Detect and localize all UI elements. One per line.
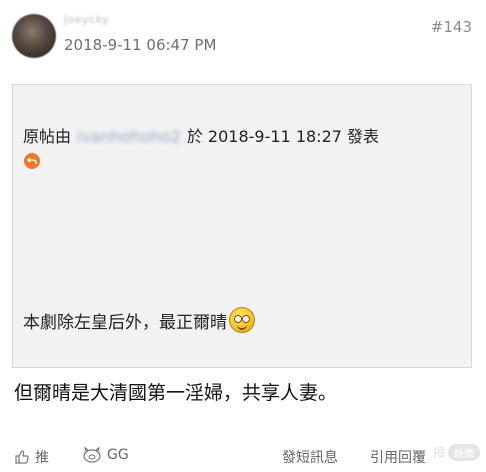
thumbs-up-icon [14, 449, 30, 465]
like-button[interactable]: 推 [14, 447, 49, 467]
post-action-bar: 推 GG 發短訊息 引用回覆 揭 娛樂 [0, 440, 486, 472]
like-label: 推 [35, 450, 49, 466]
quote-prefix: 原帖由 [23, 127, 72, 146]
send-message-link[interactable]: 發短訊息 [282, 447, 338, 467]
quoted-text: 本劇除左皇后外，最正爾晴 [23, 307, 255, 333]
pig-icon [82, 447, 102, 463]
gg-button[interactable]: GG [82, 447, 129, 463]
watermark: 揭 娛樂 [433, 444, 480, 461]
watermark-left: 揭 [432, 446, 445, 460]
quoted-username[interactable]: ivanhohoho2 [77, 127, 181, 146]
watermark-pill: 娛樂 [448, 444, 480, 461]
quote-date: 於 2018-9-11 18:27 發表 [186, 127, 380, 146]
gg-label: GG [107, 447, 129, 463]
user-avatar[interactable] [12, 14, 56, 58]
send-message-label: 發短訊息 [282, 450, 338, 466]
quote-attribution: 原帖由 ivanhohoho2 於 2018-9-11 18:27 發表 [23, 123, 379, 147]
jump-to-post-icon[interactable] [24, 153, 40, 169]
quote-reply-link[interactable]: 引用回覆 [370, 447, 426, 467]
quoted-text-content: 本劇除左皇后外，最正爾晴 [23, 312, 227, 333]
username[interactable]: Joeycky [64, 13, 109, 26]
quote-reply-label: 引用回覆 [370, 450, 426, 466]
post-number[interactable]: #143 [431, 18, 472, 36]
quote-block: 原帖由 ivanhohoho2 於 2018-9-11 18:27 發表 本劇除左皇… [12, 84, 472, 368]
post-timestamp: 2018-9-11 06:47 PM [64, 36, 217, 54]
grin-emoji-icon [229, 307, 255, 333]
post-header: Joeycky 2018-9-11 06:47 PM #143 [0, 0, 486, 72]
post-body: 但爾晴是大清國第一淫婦，共享人妻。 [14, 382, 338, 404]
